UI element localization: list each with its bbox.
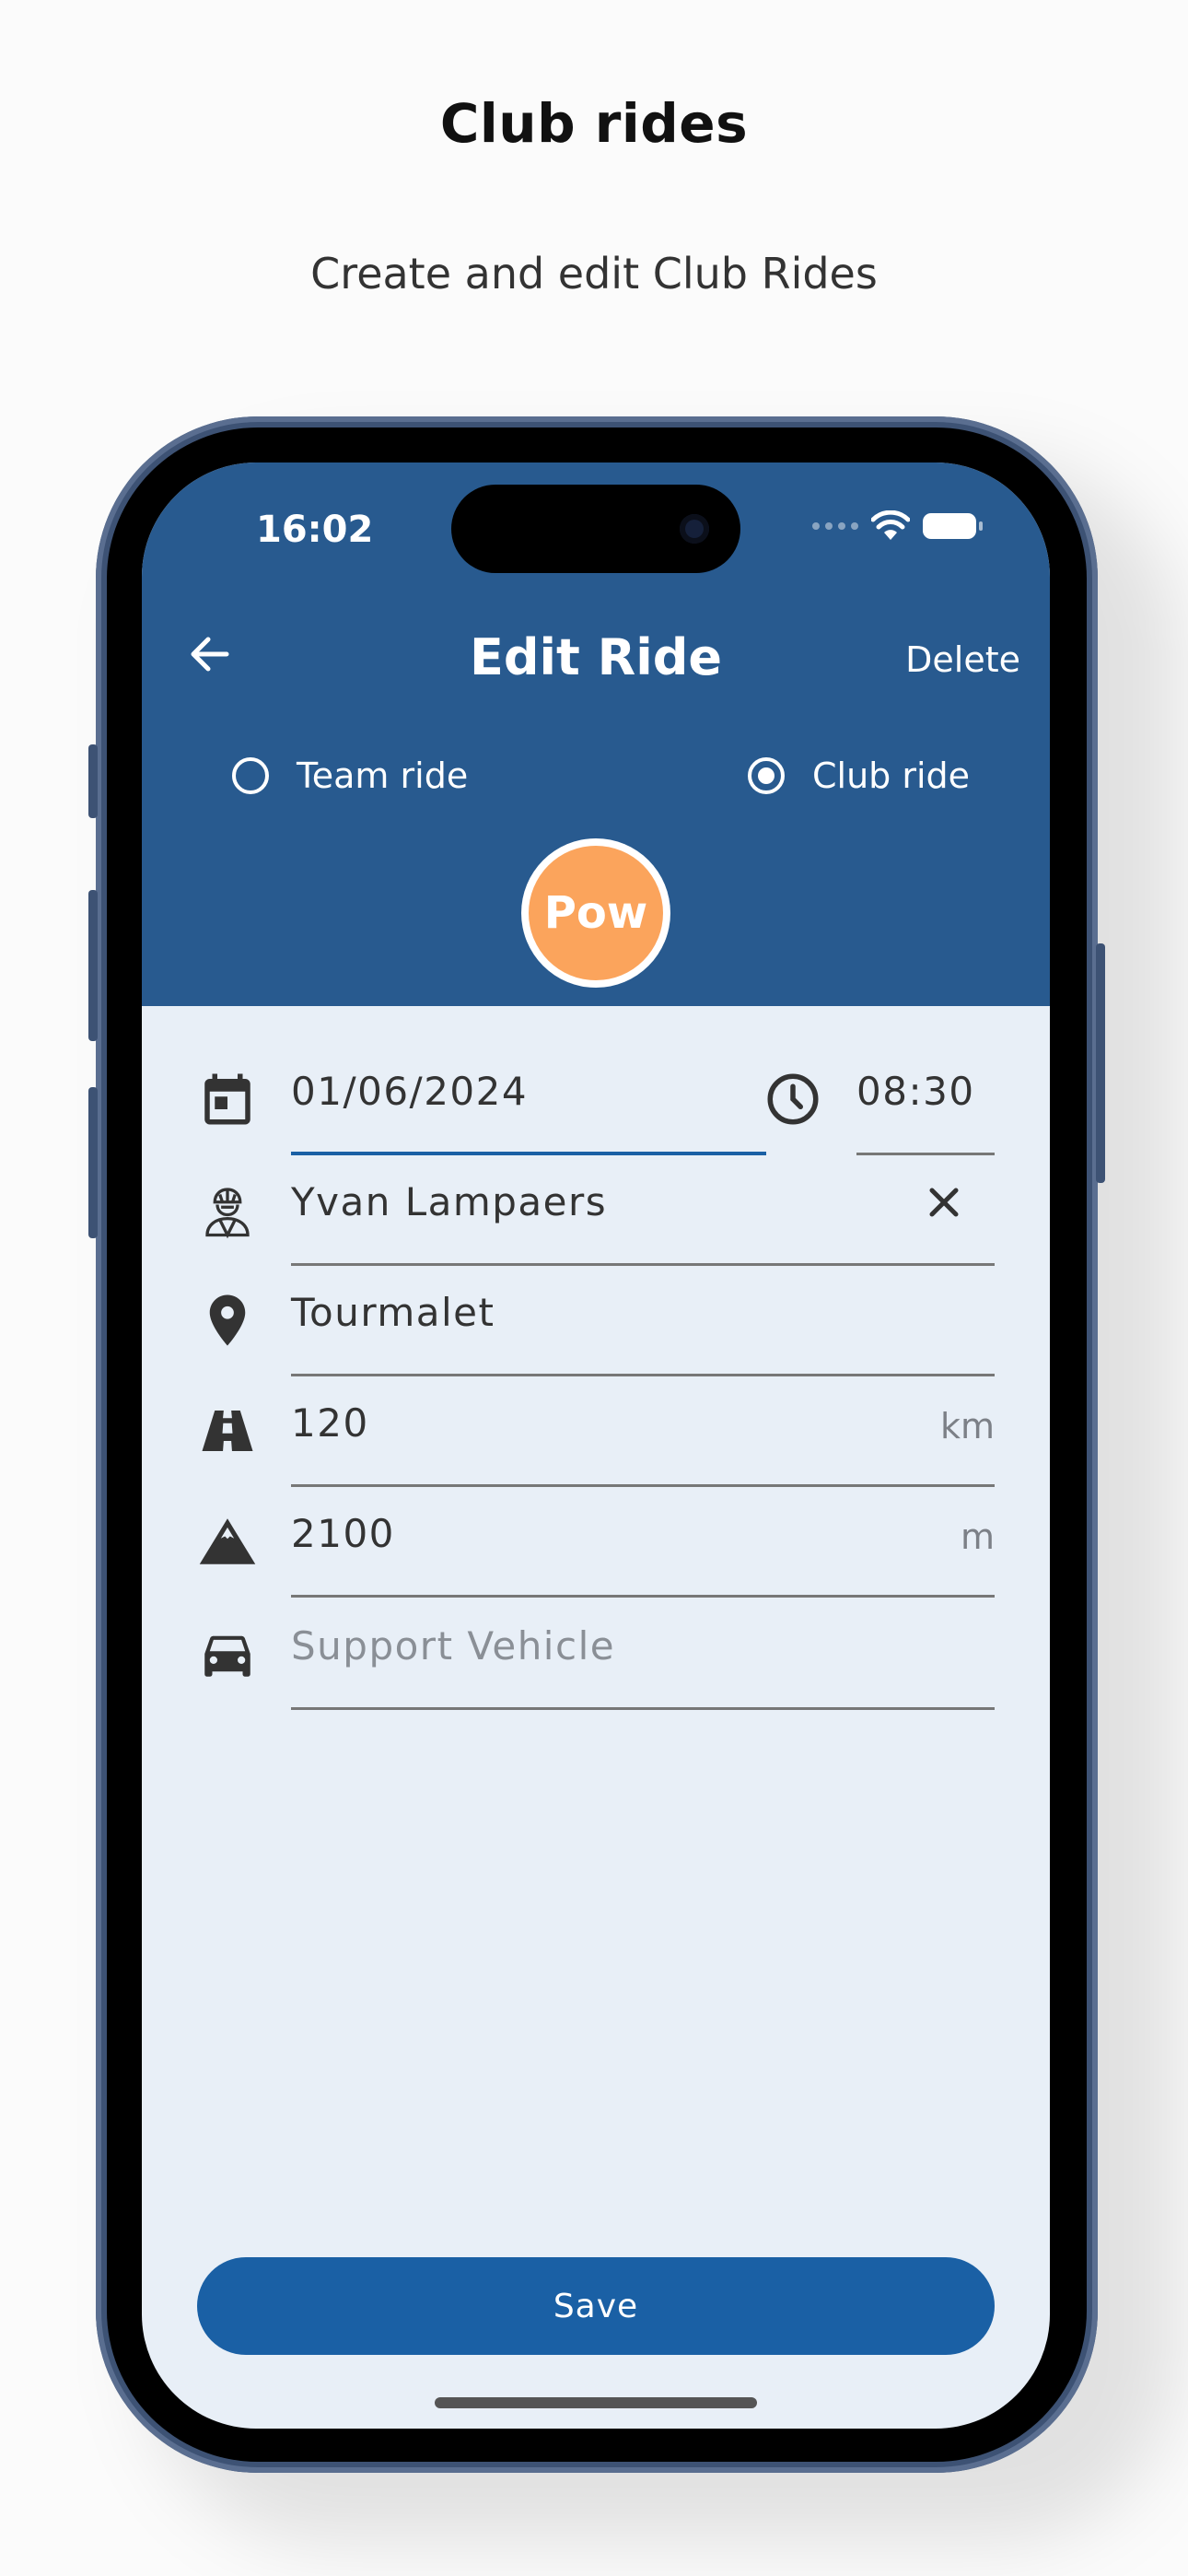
rider-field[interactable]: Yvan Lampaers: [291, 1155, 995, 1266]
elevation-field[interactable]: 2100 m: [291, 1487, 995, 1598]
dynamic-island: [451, 485, 740, 573]
save-button[interactable]: Save: [197, 2257, 995, 2355]
camera-icon: [680, 514, 709, 544]
cellular-icon: [812, 522, 858, 530]
distance-field[interactable]: 120 km: [291, 1376, 995, 1487]
status-icons: [812, 510, 983, 542]
mountain-icon: [197, 1511, 258, 1572]
wifi-icon: [871, 510, 910, 540]
distance-value: 120: [291, 1400, 369, 1446]
status-time: 16:02: [256, 509, 374, 551]
rider-value: Yvan Lampaers: [291, 1179, 608, 1224]
power-button: [1096, 943, 1105, 1183]
radio-label: Club ride: [812, 755, 971, 796]
promo-title: Club rides: [439, 92, 749, 155]
date-value: 01/06/2024: [291, 1069, 529, 1114]
distance-unit: km: [939, 1406, 995, 1446]
time-value: 08:30: [856, 1069, 975, 1114]
calendar-icon: [197, 1069, 258, 1130]
radio-team-ride[interactable]: Team ride: [232, 755, 468, 796]
silent-switch: [88, 744, 98, 818]
home-indicator: [435, 2397, 757, 2408]
support-vehicle-field[interactable]: Support Vehicle: [291, 1599, 995, 1710]
battery-icon: [923, 513, 983, 539]
avatar[interactable]: Pow: [521, 838, 670, 988]
elevation-unit: m: [960, 1516, 995, 1557]
elevation-value: 2100: [291, 1511, 395, 1556]
support-vehicle-placeholder: Support Vehicle: [291, 1623, 616, 1669]
radio-club-ride[interactable]: Club ride: [748, 755, 970, 796]
avatar-initials: Pow: [529, 846, 663, 980]
radio-circle-checked[interactable]: [748, 757, 785, 794]
location-field[interactable]: Tourmalet: [291, 1266, 995, 1376]
phone-screen: 16:02 Edit Ride Delete Team ride Club ri…: [142, 463, 1050, 2429]
radio-label: Team ride: [297, 755, 469, 796]
close-icon[interactable]: [921, 1179, 967, 1225]
volume-down-button: [88, 1087, 98, 1238]
promo-subtitle: Create and edit Club Rides: [310, 249, 878, 299]
location-value: Tourmalet: [291, 1290, 495, 1335]
time-field[interactable]: 08:30: [856, 1045, 995, 1155]
location-pin-icon: [197, 1290, 258, 1351]
delete-button[interactable]: Delete: [905, 639, 1020, 680]
volume-up-button: [88, 890, 98, 1041]
road-icon: [197, 1400, 258, 1461]
car-icon: [197, 1623, 258, 1684]
clock-icon: [763, 1069, 823, 1130]
cyclist-icon: [197, 1179, 258, 1240]
radio-circle[interactable]: [232, 757, 269, 794]
date-field[interactable]: 01/06/2024: [291, 1045, 766, 1155]
